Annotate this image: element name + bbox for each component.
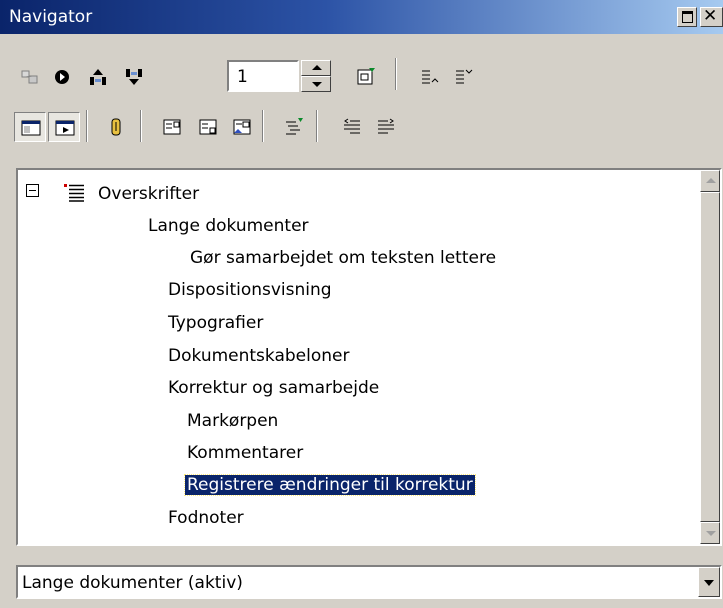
tree-item[interactable]: Korrektur og samarbejde	[168, 374, 379, 402]
header-icon	[55, 120, 75, 136]
page-number-input[interactable]	[227, 60, 299, 92]
tree-item[interactable]: Kommentarer	[187, 439, 303, 467]
tree-item[interactable]: Lange dokumenter	[148, 212, 309, 240]
content-view-button[interactable]	[350, 62, 382, 92]
headings-icon	[64, 184, 84, 202]
tree-item-label: Dispositionsvisning	[168, 280, 332, 300]
tree-item-label: Markørpen	[187, 411, 279, 431]
tree-item-label: Kommentarer	[187, 443, 304, 463]
tree-item[interactable]: Dokumentskabeloner	[168, 342, 349, 370]
promote-level-button[interactable]	[336, 112, 368, 142]
demote-level-icon	[378, 118, 394, 134]
heading-levels-icon	[286, 118, 303, 135]
previous-button[interactable]	[82, 62, 114, 92]
demote-chapter-button[interactable]	[448, 62, 480, 92]
demote-chapter-icon	[456, 69, 473, 84]
promote-chapter-button[interactable]	[414, 62, 446, 92]
maximize-button[interactable]	[677, 7, 697, 27]
arrow-down-icon	[312, 82, 322, 87]
scroll-down-button[interactable]	[700, 522, 720, 544]
tree-root-label[interactable]: Overskrifter	[98, 180, 199, 208]
vertical-scrollbar[interactable]	[700, 170, 720, 544]
anchor-endnote-button[interactable]	[226, 112, 258, 142]
next-icon	[126, 69, 142, 85]
tree-item-selected[interactable]: Registrere ændringer til korrektur	[184, 471, 476, 499]
list-box-toggle-button[interactable]	[14, 112, 46, 142]
collapse-icon[interactable]	[26, 184, 39, 197]
tree-item[interactable]: Typografier	[168, 309, 263, 337]
tree-item-label: Korrektur og samarbejde	[168, 378, 380, 398]
tree-item[interactable]: Dispositionsvisning	[168, 276, 332, 304]
tree-item-label: Gør samarbejdet om teksten lettere	[190, 248, 497, 268]
chevron-down-icon	[704, 580, 714, 586]
navigation-button[interactable]	[14, 62, 46, 92]
reminder-button[interactable]	[156, 112, 188, 142]
navigation-icon	[21, 70, 38, 84]
drag-mode-button[interactable]	[100, 112, 132, 142]
next-object-icon	[55, 70, 69, 84]
tree-item-label: Lange dokumenter	[148, 216, 309, 236]
header-button[interactable]	[48, 112, 80, 142]
close-button[interactable]: ✕	[700, 6, 723, 27]
scroll-down-icon	[706, 531, 716, 536]
title-bar[interactable]: Navigator ✕	[0, 0, 723, 34]
tree-content: Overskrifter Lange dokumenter Gør samarb…	[18, 170, 698, 544]
footer-icon	[199, 119, 217, 135]
scrollbar-thumb[interactable]	[700, 192, 720, 522]
page-number-spinner	[227, 60, 331, 92]
demote-level-button[interactable]	[370, 112, 402, 142]
content-view-icon	[357, 68, 375, 85]
toolbar-separator	[140, 110, 142, 142]
arrow-up-icon	[312, 65, 322, 70]
scroll-up-icon	[706, 178, 716, 183]
tree-item[interactable]: Fodnoter	[168, 504, 244, 532]
document-select[interactable]: Lange dokumenter (aktiv)	[16, 565, 722, 599]
previous-icon	[90, 69, 106, 85]
spin-up-button[interactable]	[301, 60, 331, 76]
toolbar-separator	[262, 110, 264, 142]
dropdown-button[interactable]	[698, 567, 720, 597]
list-box-toggle-icon	[21, 120, 41, 136]
toolbar-separator	[395, 58, 397, 90]
tree-item-label: Fodnoter	[168, 508, 244, 528]
scroll-up-button[interactable]	[700, 170, 720, 192]
promote-level-icon	[344, 118, 360, 134]
promote-chapter-icon	[422, 70, 439, 84]
tree-item-label: Dokumentskabeloner	[168, 346, 350, 366]
navigator-toolbar	[0, 34, 723, 154]
heading-levels-button[interactable]	[278, 112, 310, 142]
toolbar-separator	[316, 110, 318, 142]
spin-down-button[interactable]	[301, 76, 331, 92]
toolbar-separator	[86, 110, 88, 142]
tree-item-label: Typografier	[168, 313, 264, 333]
maximize-icon	[682, 11, 693, 23]
next-button[interactable]	[118, 62, 150, 92]
tree-item[interactable]: Gør samarbejdet om teksten lettere	[190, 244, 496, 272]
drag-mode-icon	[111, 118, 121, 136]
window-title: Navigator	[9, 7, 93, 27]
close-icon: ✕	[703, 6, 718, 26]
tree-item[interactable]: Markørpen	[187, 407, 278, 435]
tree-item-label: Registrere ændringer til korrektur	[184, 474, 476, 496]
anchor-endnote-icon	[233, 119, 251, 135]
reminder-icon	[163, 119, 181, 135]
next-object-button[interactable]	[46, 62, 78, 92]
document-select-value: Lange dokumenter (aktiv)	[22, 573, 243, 593]
content-tree[interactable]: Overskrifter Lange dokumenter Gør samarb…	[16, 168, 722, 546]
footer-button[interactable]	[192, 112, 224, 142]
